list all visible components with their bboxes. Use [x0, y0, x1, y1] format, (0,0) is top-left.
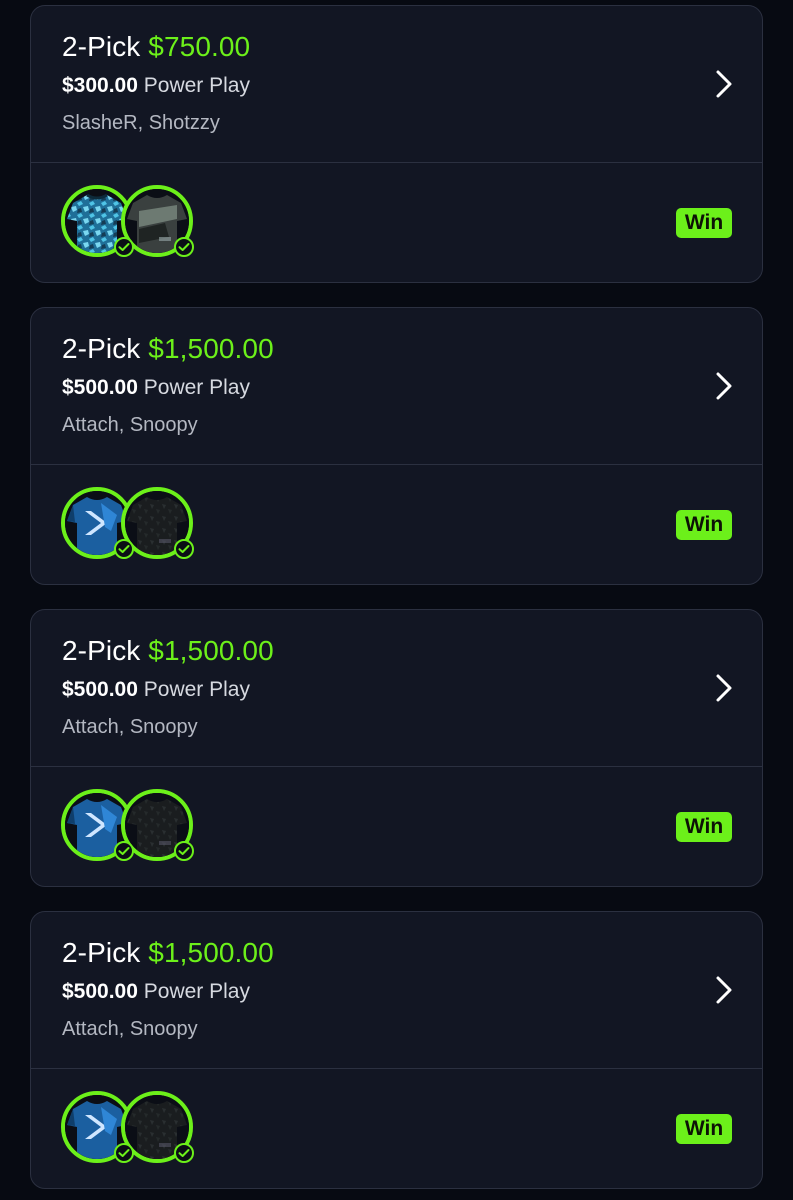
- check-circle-icon: [174, 841, 194, 861]
- lineup-summary[interactable]: 2-Pick $750.00 $300.00 Power Play Slashe…: [31, 6, 762, 163]
- player-names: Attach, Snoopy: [62, 414, 198, 436]
- pick-count-label: 2-Pick: [62, 31, 141, 62]
- check-circle-icon: [174, 1143, 194, 1163]
- lineup-result-row: Win: [31, 767, 762, 886]
- player-names: Attach, Snoopy: [62, 1018, 198, 1040]
- lineup-title: 2-Pick $1,500.00: [62, 936, 762, 970]
- check-circle-icon: [114, 237, 134, 257]
- lineup-result-row: Win: [31, 1069, 762, 1188]
- lineup-card[interactable]: 2-Pick $750.00 $300.00 Power Play Slashe…: [30, 5, 763, 283]
- lineup-summary[interactable]: 2-Pick $1,500.00 $500.00 Power Play Atta…: [31, 912, 762, 1069]
- chevron-right-icon[interactable]: [712, 68, 736, 100]
- pick-count-label: 2-Pick: [62, 635, 141, 666]
- lineup-card[interactable]: 2-Pick $1,500.00 $500.00 Power Play Atta…: [30, 307, 763, 585]
- play-type: Power Play: [143, 980, 250, 1003]
- player-names: SlasheR, Shotzzy: [62, 112, 220, 134]
- play-type: Power Play: [143, 678, 250, 701]
- chevron-right-icon[interactable]: [712, 370, 736, 402]
- status-badge: Win: [676, 510, 732, 540]
- lineup-title: 2-Pick $1,500.00: [62, 332, 762, 366]
- entry-amount: $500.00: [62, 980, 138, 1003]
- lineup-result-row: Win: [31, 465, 762, 584]
- pick-count-label: 2-Pick: [62, 937, 141, 968]
- player-names: Attach, Snoopy: [62, 716, 198, 738]
- entry-line: $300.00 Power Play: [62, 73, 762, 99]
- chevron-right-icon[interactable]: [712, 974, 736, 1006]
- entry-amount: $300.00: [62, 74, 138, 97]
- status-badge: Win: [676, 208, 732, 238]
- check-circle-icon: [114, 841, 134, 861]
- lineup-summary[interactable]: 2-Pick $1,500.00 $500.00 Power Play Atta…: [31, 308, 762, 465]
- lineup-title: 2-Pick $750.00: [62, 30, 762, 64]
- chevron-right-icon[interactable]: [712, 672, 736, 704]
- status-badge: Win: [676, 812, 732, 842]
- play-type: Power Play: [143, 376, 250, 399]
- lineup-summary[interactable]: 2-Pick $1,500.00 $500.00 Power Play Atta…: [31, 610, 762, 767]
- player-avatars: [61, 1091, 201, 1167]
- payout-amount: $1,500.00: [148, 333, 274, 364]
- entry-amount: $500.00: [62, 678, 138, 701]
- player-avatars: [61, 487, 201, 563]
- status-badge: Win: [676, 1114, 732, 1144]
- payout-amount: $1,500.00: [148, 937, 274, 968]
- payout-amount: $750.00: [148, 31, 251, 62]
- check-circle-icon: [174, 237, 194, 257]
- entry-line: $500.00 Power Play: [62, 677, 762, 703]
- lineup-card[interactable]: 2-Pick $1,500.00 $500.00 Power Play Atta…: [30, 609, 763, 887]
- entry-line: $500.00 Power Play: [62, 375, 762, 401]
- check-circle-icon: [114, 1143, 134, 1163]
- lineup-list: 2-Pick $750.00 $300.00 Power Play Slashe…: [0, 0, 793, 1200]
- player-avatars: [61, 185, 201, 261]
- entry-line: $500.00 Power Play: [62, 979, 762, 1005]
- payout-amount: $1,500.00: [148, 635, 274, 666]
- check-circle-icon: [114, 539, 134, 559]
- player-avatars: [61, 789, 201, 865]
- lineup-card[interactable]: 2-Pick $1,500.00 $500.00 Power Play Atta…: [30, 911, 763, 1189]
- lineup-result-row: Win: [31, 163, 762, 282]
- check-circle-icon: [174, 539, 194, 559]
- pick-count-label: 2-Pick: [62, 333, 141, 364]
- lineup-title: 2-Pick $1,500.00: [62, 634, 762, 668]
- play-type: Power Play: [143, 74, 250, 97]
- entry-amount: $500.00: [62, 376, 138, 399]
